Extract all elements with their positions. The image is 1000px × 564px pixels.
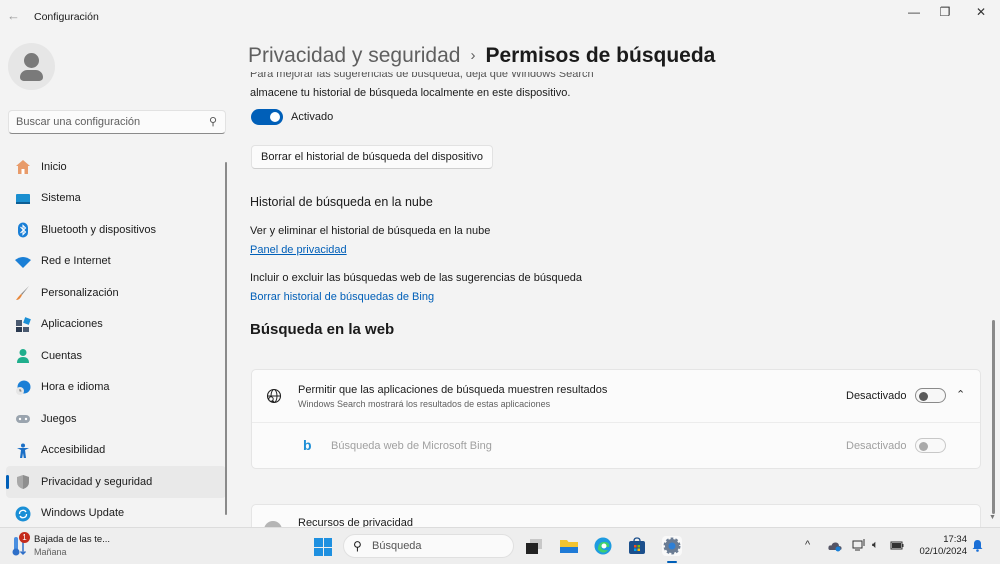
file-explorer-icon[interactable] <box>559 536 579 556</box>
include-web-searches-text: Incluir o excluir las búsquedas web de l… <box>250 272 583 284</box>
history-description: almacene tu historial de búsqueda localm… <box>250 87 571 99</box>
start-button-windows-icon[interactable] <box>314 538 332 556</box>
allow-search-apps-subtitle: Windows Search mostrará los resultados d… <box>298 399 551 409</box>
volume-icon[interactable]: 🔈︎ <box>872 539 879 552</box>
weather-subtitle: Mañana <box>34 547 67 557</box>
sidebar-item-privacidad[interactable]: Privacidad y seguridad <box>6 466 226 498</box>
bing-web-search-label: Búsqueda web de Microsoft Bing <box>331 440 492 452</box>
battery-icon[interactable] <box>890 541 904 550</box>
sidebar-scrollbar[interactable] <box>225 162 227 515</box>
brush-icon <box>16 286 29 300</box>
chevron-right-icon: › <box>470 47 476 64</box>
active-app-indicator <box>667 561 677 563</box>
bing-logo-icon: b <box>303 437 312 453</box>
clear-bing-history-link[interactable]: Borrar historial de búsquedas de Bing <box>250 291 434 303</box>
sidebar-item-cuentas[interactable]: Cuentas <box>6 340 226 372</box>
maximize-button[interactable]: ❐ <box>928 0 962 24</box>
title-bar: ← Configuración — ❐ ✕ <box>0 0 1000 34</box>
toggle-knob <box>270 112 280 122</box>
toggle-knob <box>919 441 928 451</box>
minimize-button[interactable]: — <box>897 0 931 24</box>
sidebar-item-inicio[interactable]: Inicio <box>6 151 226 183</box>
active-indicator <box>6 475 9 489</box>
taskbar: 1 Bajada de las te... Mañana ⚲ Búsqueda … <box>0 527 1000 564</box>
search-history-toggle[interactable] <box>251 109 283 125</box>
user-avatar[interactable] <box>8 43 55 90</box>
page-title: Permisos de búsqueda <box>485 44 716 67</box>
clear-device-history-button[interactable]: Borrar el historial de búsqueda del disp… <box>251 145 493 169</box>
sidebar-item-hora[interactable]: Hora e idioma <box>6 372 226 404</box>
web-search-heading: Búsqueda en la web <box>250 321 395 338</box>
search-icon[interactable]: ⚲ <box>209 115 217 128</box>
avatar-body-icon <box>20 70 43 81</box>
clock-time: 17:34 <box>943 534 967 545</box>
sidebar-nav: Inicio Sistema Bluetooth y dispositivos … <box>6 151 226 529</box>
allow-search-apps-title: Permitir que las aplicaciones de búsqued… <box>298 384 608 396</box>
clipped-description: Para mejorar las sugerencias de búsqueda… <box>250 72 594 80</box>
microsoft-store-icon[interactable] <box>627 536 647 556</box>
sidebar-item-windows-update[interactable]: Windows Update <box>6 498 226 530</box>
privacy-dashboard-link[interactable]: Panel de privacidad <box>250 244 347 256</box>
globe-search-icon <box>266 388 282 404</box>
system-icon <box>16 193 30 204</box>
window-title: Configuración <box>34 11 99 23</box>
onedrive-sync-icon[interactable] <box>828 540 842 552</box>
allow-search-apps-status: Desactivado <box>846 390 907 402</box>
sidebar-item-sistema[interactable]: Sistema <box>6 183 226 215</box>
toggle-knob <box>919 391 928 401</box>
avatar-head-icon <box>24 53 39 68</box>
sidebar-item-personalizacion[interactable]: Personalización <box>6 277 226 309</box>
task-view-icon[interactable] <box>524 536 544 556</box>
edge-browser-icon[interactable] <box>593 536 613 556</box>
close-button[interactable]: ✕ <box>964 0 998 24</box>
sidebar-item-red[interactable]: Red e Internet <box>6 246 226 278</box>
wifi-icon <box>15 256 31 268</box>
apps-icon <box>16 316 31 332</box>
system-clock[interactable]: 17:34 02/10/2024 <box>917 534 967 558</box>
time-language-icon <box>16 380 31 395</box>
breadcrumb-parent[interactable]: Privacidad y seguridad <box>248 44 460 67</box>
bing-web-search-row: b Búsqueda web de Microsoft Bing Desacti… <box>252 423 980 469</box>
breadcrumb: Privacidad y seguridad › Permisos de búsqu… <box>248 44 715 68</box>
account-icon <box>17 349 29 363</box>
bluetooth-icon <box>18 222 28 238</box>
settings-gear-icon[interactable] <box>662 536 682 556</box>
sidebar-item-juegos[interactable]: Juegos <box>6 403 226 435</box>
chevron-up-icon[interactable]: ⌃ <box>956 388 965 401</box>
network-icon[interactable] <box>852 539 866 552</box>
search-history-toggle-label: Activado <box>291 111 334 123</box>
clock-date: 02/10/2024 <box>919 546 967 557</box>
bing-web-search-status: Desactivado <box>846 440 907 452</box>
sidebar-item-aplicaciones[interactable]: Aplicaciones <box>6 309 226 341</box>
cloud-history-text: Ver y eliminar el historial de búsqueda … <box>250 225 491 237</box>
scroll-down-arrow-icon[interactable]: ▼ <box>989 514 996 521</box>
bing-web-search-toggle <box>915 438 946 453</box>
shield-icon <box>17 475 29 489</box>
accessibility-icon <box>17 443 29 458</box>
allow-search-apps-toggle[interactable] <box>915 388 946 403</box>
main-scrollbar-thumb[interactable] <box>992 320 995 514</box>
taskbar-search[interactable]: ⚲ Búsqueda <box>343 534 514 558</box>
gamepad-icon <box>16 415 30 423</box>
cloud-history-heading: Historial de búsqueda en la nube <box>250 195 433 209</box>
allow-search-apps-card: Permitir que las aplicaciones de búsqued… <box>251 369 981 469</box>
sidebar-item-accesibilidad[interactable]: Accesibilidad <box>6 435 226 467</box>
home-icon <box>16 160 30 174</box>
weather-title[interactable]: Bajada de las te... <box>34 534 110 545</box>
allow-search-apps-row[interactable]: Permitir que las aplicaciones de búsqued… <box>252 370 980 423</box>
back-arrow-icon[interactable]: ← <box>7 9 21 23</box>
notification-badge: 1 <box>19 532 30 543</box>
update-icon <box>15 506 31 521</box>
search-icon: ⚲ <box>353 539 362 553</box>
sidebar-item-bluetooth[interactable]: Bluetooth y dispositivos <box>6 214 226 246</box>
tray-chevron-up-icon[interactable]: ^ <box>805 539 810 551</box>
settings-search-box[interactable]: ⚲ <box>8 110 226 134</box>
settings-search-input[interactable] <box>16 114 196 130</box>
taskbar-search-label: Búsqueda <box>372 540 422 552</box>
notification-bell-icon[interactable] <box>972 539 983 552</box>
